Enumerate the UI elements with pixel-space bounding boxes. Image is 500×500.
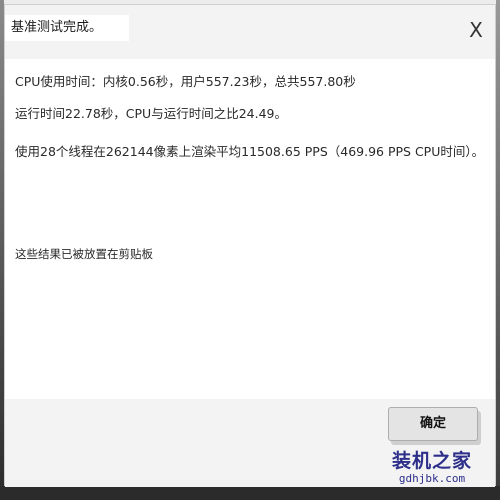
benchmark-complete-dialog: 基准测试完成。 X CPU使用时间：内核0.56秒，用户557.23秒，总共55… [4,4,496,487]
watermark-url: gdhjbk.com [398,472,466,485]
run-time-text: 运行时间22.78秒，CPU与运行时间之比24.49。 [15,106,287,121]
clipboard-note: 这些结果已被放置在剪贴板 [15,247,153,261]
dialog-titlebar[interactable]: 基准测试完成。 X [5,5,495,59]
ok-button[interactable]: 确定 [388,407,478,441]
render-result-text: 使用28个线程在262144像素上渲染平均11508.65 PPS（469.96… [15,144,485,159]
site-watermark: 装机之家 gdhjbk.com [368,450,496,492]
cpu-time-text: CPU使用时间：内核0.56秒，用户557.23秒，总共557.80秒 [15,74,356,89]
close-icon[interactable]: X [463,17,489,43]
background-window-edge-right [496,0,500,500]
watermark-logo-text: 装机之家 [391,450,472,472]
dialog-title: 基准测试完成。 [5,15,129,41]
